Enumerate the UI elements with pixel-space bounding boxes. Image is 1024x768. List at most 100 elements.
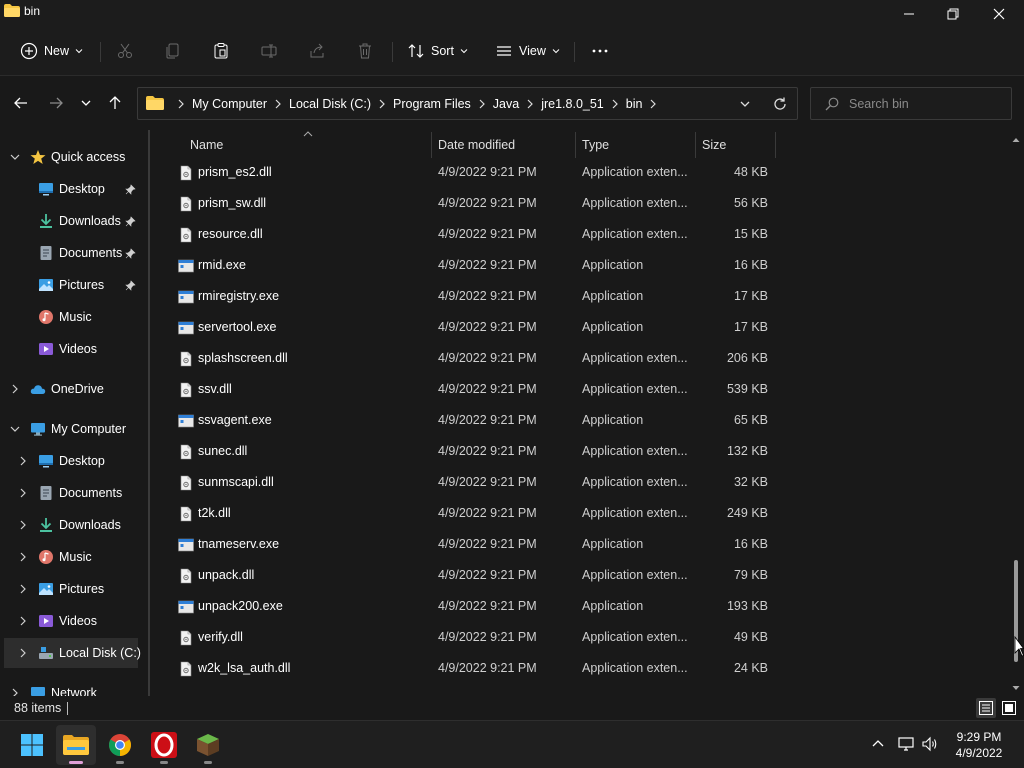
file-row[interactable]: rmid.exe 4/9/2022 9:21 PM Application 16 KB <box>176 250 776 281</box>
breadcrumb-jre[interactable]: jre1.8.0_51 <box>541 97 604 111</box>
chevron-down-icon[interactable] <box>10 424 20 434</box>
sidebar-item-documents[interactable]: Documents <box>0 238 146 268</box>
column-divider[interactable] <box>775 132 776 158</box>
file-row[interactable]: splashscreen.dll 4/9/2022 9:21 PM Applicat… <box>176 343 776 374</box>
file-row[interactable]: servertool.exe 4/9/2022 9:21 PM Applicatio… <box>176 312 776 343</box>
file-row[interactable]: ssvagent.exe 4/9/2022 9:21 PM Application 6… <box>176 405 776 436</box>
chevron-right-icon[interactable] <box>478 99 486 109</box>
column-divider[interactable] <box>695 132 696 158</box>
sidebar-item-onedrive[interactable]: OneDrive <box>0 374 146 404</box>
sidebar-item-videos[interactable]: Videos <box>0 334 146 364</box>
chevron-right-icon[interactable] <box>526 99 534 109</box>
clock[interactable]: 9:29 PM 4/9/2022 <box>946 729 1012 761</box>
cut-button[interactable] <box>116 38 134 64</box>
sidebar-item-my-computer[interactable]: My Computer <box>0 414 146 444</box>
file-row[interactable]: rmiregistry.exe 4/9/2022 9:21 PM Applicati… <box>176 281 776 312</box>
file-row[interactable]: tnameserv.exe 4/9/2022 9:21 PM Application… <box>176 529 776 560</box>
start-button[interactable] <box>12 725 52 765</box>
chevron-right-icon[interactable] <box>10 688 20 696</box>
column-header-name[interactable]: Name <box>190 130 223 160</box>
file-list-scrollbar[interactable] <box>1010 132 1022 696</box>
taskbar-opera[interactable] <box>144 725 184 765</box>
display-icon[interactable] <box>898 736 914 752</box>
chevron-right-icon[interactable] <box>649 99 657 109</box>
breadcrumb-bin[interactable]: bin <box>626 97 643 111</box>
details-view-button[interactable] <box>976 698 996 718</box>
chevron-right-icon[interactable] <box>18 584 28 594</box>
back-button[interactable] <box>10 91 32 115</box>
address-history-chevron-icon[interactable] <box>738 97 752 111</box>
breadcrumb-local-disk[interactable]: Local Disk (C:) <box>289 97 371 111</box>
sidebar-item-pictures[interactable]: Pictures <box>0 270 146 300</box>
sidebar-scrollbar[interactable] <box>148 130 150 696</box>
sidebar-item-network[interactable]: Network <box>0 678 146 696</box>
close-button[interactable] <box>976 0 1022 28</box>
file-row[interactable]: ssv.dll 4/9/2022 9:21 PM Application exten… <box>176 374 776 405</box>
sidebar-item-videos-pc[interactable]: Videos <box>0 606 146 636</box>
chevron-down-icon[interactable] <box>10 152 20 162</box>
chevron-right-icon[interactable] <box>18 456 28 466</box>
sidebar-item-downloads[interactable]: Downloads <box>0 206 146 236</box>
address-bar[interactable]: My Computer Local Disk (C:) Program File… <box>137 87 798 120</box>
scroll-up-icon[interactable] <box>1012 136 1020 144</box>
sidebar-item-music-pc[interactable]: Music <box>0 542 146 572</box>
sidebar-item-downloads-pc[interactable]: Downloads <box>0 510 146 540</box>
chevron-right-icon[interactable] <box>177 99 185 109</box>
sidebar-item-music[interactable]: Music <box>0 302 146 332</box>
large-icons-view-button[interactable] <box>999 698 1019 718</box>
paste-button[interactable] <box>212 38 230 64</box>
file-row[interactable]: w2k_lsa_auth.dll 4/9/2022 9:21 PM Applicat… <box>176 653 776 684</box>
file-row[interactable]: resource.dll 4/9/2022 9:21 PM Application … <box>176 219 776 250</box>
file-row[interactable]: unpack200.exe 4/9/2022 9:21 PM Application… <box>176 591 776 622</box>
restore-button[interactable] <box>930 0 976 28</box>
chevron-right-icon[interactable] <box>378 99 386 109</box>
sort-button[interactable]: Sort <box>407 38 468 64</box>
up-button[interactable] <box>104 91 126 115</box>
share-button[interactable] <box>308 38 326 64</box>
more-button[interactable] <box>591 38 609 64</box>
new-button[interactable]: New <box>20 38 83 64</box>
breadcrumb-program-files[interactable]: Program Files <box>393 97 471 111</box>
column-header-date[interactable]: Date modified <box>438 130 515 160</box>
file-row[interactable]: t2k.dll 4/9/2022 9:21 PM Application exten… <box>176 498 776 529</box>
breadcrumb-java[interactable]: Java <box>493 97 519 111</box>
taskbar-chrome[interactable] <box>100 725 140 765</box>
file-row[interactable]: prism_sw.dll 4/9/2022 9:21 PM Application … <box>176 188 776 219</box>
column-divider[interactable] <box>575 132 576 158</box>
sidebar-item-quick-access[interactable]: Quick access <box>0 142 146 172</box>
file-row[interactable]: verify.dll 4/9/2022 9:21 PM Application ex… <box>176 622 776 653</box>
search-input[interactable] <box>849 94 999 114</box>
search-box[interactable] <box>810 87 1012 120</box>
file-row[interactable]: sunec.dll 4/9/2022 9:21 PM Application ext… <box>176 436 776 467</box>
forward-button[interactable] <box>45 91 67 115</box>
chevron-right-icon[interactable] <box>18 616 28 626</box>
volume-icon[interactable] <box>922 736 938 752</box>
chevron-right-icon[interactable] <box>611 99 619 109</box>
column-header-type[interactable]: Type <box>582 130 609 160</box>
chevron-right-icon[interactable] <box>18 648 28 658</box>
file-row[interactable]: sunmscapi.dll 4/9/2022 9:21 PM Application… <box>176 467 776 498</box>
file-row[interactable]: unpack.dll 4/9/2022 9:21 PM Application ex… <box>176 560 776 591</box>
scroll-down-icon[interactable] <box>1012 684 1020 692</box>
breadcrumb-my-computer[interactable]: My Computer <box>192 97 267 111</box>
view-button[interactable]: View <box>495 38 560 64</box>
sidebar-item-documents-pc[interactable]: Documents <box>0 478 146 508</box>
file-row[interactable]: prism_es2.dll 4/9/2022 9:21 PM Application… <box>176 157 776 188</box>
chevron-up-icon[interactable] <box>870 736 886 752</box>
taskbar-minecraft[interactable] <box>188 725 228 765</box>
sidebar-item-pictures-pc[interactable]: Pictures <box>0 574 146 604</box>
chevron-right-icon[interactable] <box>10 384 20 394</box>
chevron-right-icon[interactable] <box>18 552 28 562</box>
sidebar-item-desktop[interactable]: Desktop <box>0 174 146 204</box>
column-header-size[interactable]: Size <box>702 130 726 160</box>
chevron-right-icon[interactable] <box>274 99 282 109</box>
sidebar-item-local-disk[interactable]: Local Disk (C:) <box>4 638 141 668</box>
delete-button[interactable] <box>356 38 374 64</box>
sidebar-item-desktop-pc[interactable]: Desktop <box>0 446 146 476</box>
chevron-right-icon[interactable] <box>18 488 28 498</box>
rename-button[interactable] <box>260 38 278 64</box>
refresh-icon[interactable] <box>772 96 788 112</box>
chevron-right-icon[interactable] <box>18 520 28 530</box>
recent-locations-button[interactable] <box>75 91 97 115</box>
minimize-button[interactable] <box>886 0 932 28</box>
